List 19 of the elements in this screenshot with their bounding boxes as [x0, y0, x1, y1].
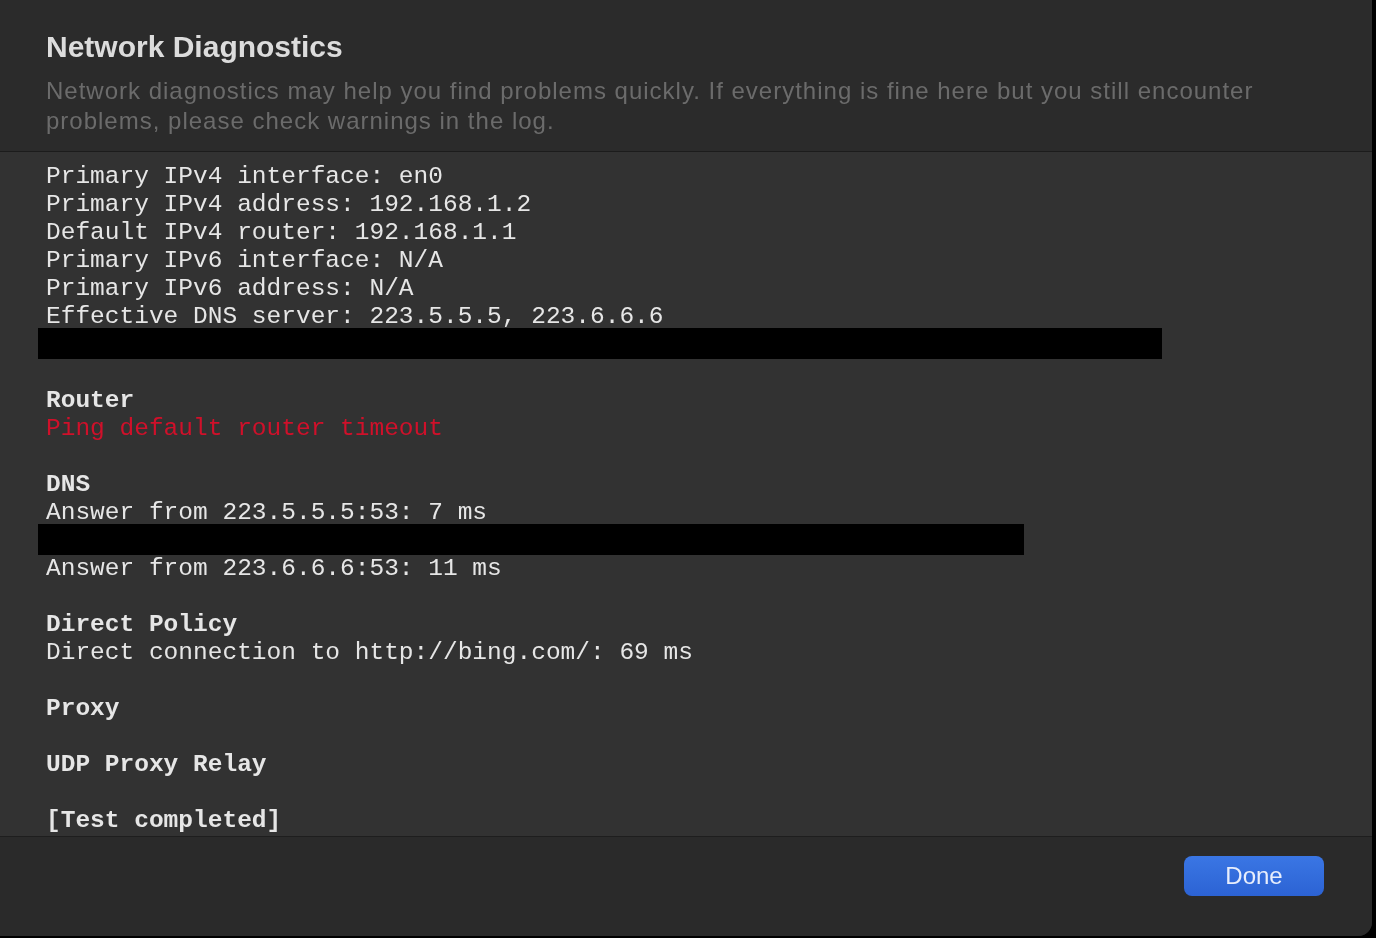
section-heading: Direct Policy — [46, 611, 238, 639]
section-heading: [Test completed] — [46, 807, 282, 835]
log-line: Effective DNS server: 223.5.5.5, 223.6.6.6 — [46, 303, 664, 331]
log-line: Primary IPv6 interface: N/A — [46, 247, 443, 275]
log-line: Answer from 223.5.5.5:53: 7 ms — [46, 499, 488, 527]
section-heading: Router — [46, 387, 135, 415]
log-line: Primary IPv4 address: 192.168.1.2 — [46, 191, 532, 219]
log-line: Primary IPv6 address: N/A — [46, 275, 414, 303]
section-heading: UDP Proxy Relay — [46, 751, 267, 779]
section-heading: Proxy — [46, 695, 120, 723]
log-line: Default IPv4 router: 192.168.1.1 — [46, 219, 517, 247]
section-heading: DNS — [46, 471, 91, 499]
log-line: Primary IPv4 interface: en0 — [46, 163, 443, 191]
log-line: Direct connection to http://bing.com/: 69 ms — [46, 639, 693, 667]
log-line: Answer from 223.6.6.6:53: 11 ms — [46, 555, 502, 583]
done-button[interactable]: Done — [1184, 856, 1324, 896]
error-line: Ping default router timeout — [46, 415, 443, 443]
description-text: Network diagnostics may help you find problems quickly. If everything is fine here but you still encounter problems, please check warnings in the log. — [46, 76, 1255, 136]
window-title: Network Diagnostics — [46, 30, 344, 64]
